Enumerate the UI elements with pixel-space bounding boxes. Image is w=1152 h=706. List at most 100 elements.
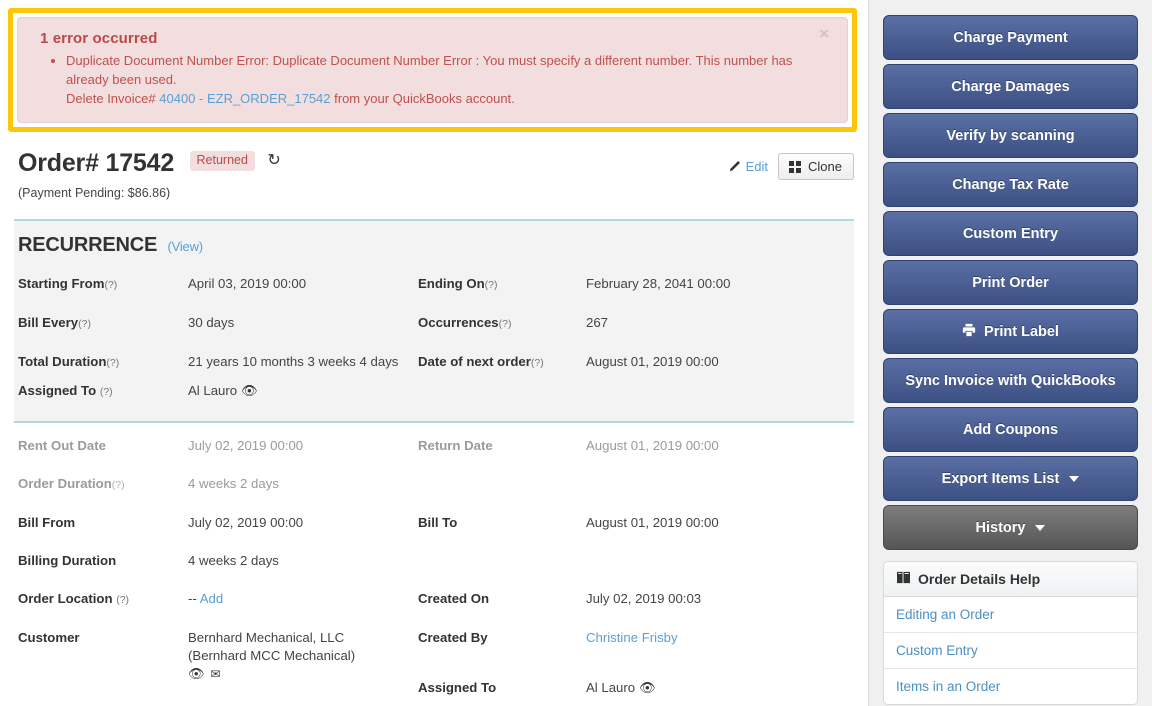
charge-damages-button[interactable]: Charge Damages	[883, 64, 1138, 109]
print-label-button[interactable]: Print Label	[883, 309, 1138, 354]
error-message-text: Duplicate Document Number Error: Duplica…	[66, 53, 793, 87]
field-label-return-date: Return Date	[418, 438, 493, 453]
created-by-link[interactable]: Christine Frisby	[586, 630, 678, 645]
help-hint[interactable]: (?)	[78, 318, 91, 330]
actions-sidebar: Charge Payment Charge Damages Verify by …	[868, 0, 1152, 706]
envelope-icon[interactable]: ✉	[211, 667, 221, 681]
order-details-help-panel: Order Details Help Editing an Order Cust…	[883, 561, 1138, 705]
sync-invoice-quickbooks-button[interactable]: Sync Invoice with QuickBooks	[883, 358, 1138, 403]
field-label-ending-on: Ending On(?)	[418, 265, 586, 304]
delete-invoice-prefix: Delete Invoice#	[66, 91, 156, 106]
help-item-items-in-an-order[interactable]: Items in an Order	[884, 669, 1137, 704]
customer-icons: 👁 ✉	[188, 665, 418, 683]
field-label-created-on: Created On	[418, 591, 490, 606]
field-label-bill-from: Bill From	[18, 515, 76, 530]
button-label: Custom Entry	[962, 225, 1059, 242]
button-label: History	[975, 519, 1026, 536]
spacer-cell	[418, 465, 586, 504]
help-hint[interactable]: (?)	[485, 279, 498, 291]
recurrence-view-link[interactable]: (View)	[167, 239, 203, 254]
add-coupons-button[interactable]: Add Coupons	[883, 407, 1138, 452]
field-value-customer: Bernhard Mechanical, LLC (Bernhard MCC M…	[188, 619, 418, 706]
field-value-bill-every: 30 days	[188, 315, 235, 330]
invoice-link[interactable]: 40400 - EZR_ORDER_17542	[159, 91, 330, 106]
label-text: Date of next order	[418, 354, 531, 369]
history-button[interactable]: History	[883, 505, 1138, 550]
recurrence-heading-row: RECURRENCE (View)	[18, 234, 854, 257]
button-label: Verify by scanning	[946, 127, 1075, 144]
help-hint[interactable]: (?)	[112, 479, 125, 491]
spacer-cell	[586, 465, 850, 504]
label-text: Occurrences	[418, 315, 499, 330]
close-icon[interactable]: ×	[813, 24, 835, 43]
field-label-total-duration: Total Duration(?)	[18, 343, 188, 382]
field-label-date-of-next-order: Date of next order(?)	[418, 343, 586, 382]
field-label-occurrences: Occurrences(?)	[418, 304, 586, 343]
eye-icon[interactable]: 👁	[188, 666, 205, 681]
grid-icon	[789, 160, 802, 173]
change-tax-rate-button[interactable]: Change Tax Rate	[883, 162, 1138, 207]
order-details-page: × 1 error occurred Duplicate Document Nu…	[0, 0, 1152, 706]
help-item-editing-an-order[interactable]: Editing an Order	[884, 597, 1137, 633]
field-value-rent-out-date: July 02, 2019 00:00	[188, 438, 304, 453]
spacer-cell	[418, 542, 586, 580]
help-hint[interactable]: (?)	[106, 357, 119, 369]
status-badge: Returned	[189, 151, 255, 171]
help-panel-header: Order Details Help	[884, 562, 1137, 597]
help-hint[interactable]: (?)	[104, 279, 117, 291]
edit-button-label: Edit	[745, 159, 769, 174]
order-location-prefix: --	[188, 591, 197, 606]
field-label-order-duration: Order Duration(?)	[18, 465, 188, 504]
button-label: Sync Invoice with QuickBooks	[905, 372, 1116, 389]
label-text: Bill Every	[18, 315, 79, 330]
button-label: Charge Payment	[953, 29, 1068, 46]
error-delete-instruction: Delete Invoice# 40400 - EZR_ORDER_17542 …	[66, 89, 833, 108]
help-hint[interactable]: (?)	[116, 594, 129, 606]
field-value-occurrences: 267	[586, 315, 609, 330]
error-alert-highlight: × 1 error occurred Duplicate Document Nu…	[8, 8, 857, 132]
assigned-to-name: Al Lauro	[188, 383, 238, 398]
help-hint[interactable]: (?)	[100, 386, 113, 398]
customer-alias: (Bernhard MCC Mechanical)	[188, 648, 356, 663]
created-by-assigned-to-values: Christine Frisby Al Lauro 👁	[586, 619, 850, 706]
clone-button-label: Clone	[808, 159, 842, 174]
export-items-list-button[interactable]: Export Items List	[883, 456, 1138, 501]
refresh-icon[interactable]: ↻	[267, 150, 280, 170]
eye-icon[interactable]: 👁	[639, 680, 656, 695]
help-item-custom-entry[interactable]: Custom Entry	[884, 633, 1137, 669]
charge-payment-button[interactable]: Charge Payment	[883, 15, 1138, 60]
printer-icon	[962, 323, 976, 341]
print-order-button[interactable]: Print Order	[883, 260, 1138, 305]
verify-by-scanning-button[interactable]: Verify by scanning	[883, 113, 1138, 158]
label-text: Total Duration	[18, 354, 107, 369]
field-value-created-on: July 02, 2019 00:03	[586, 591, 702, 606]
recurrence-fields: Starting From(?) April 03, 2019 00:00 En…	[14, 265, 854, 411]
custom-entry-button[interactable]: Custom Entry	[883, 211, 1138, 256]
error-alert: × 1 error occurred Duplicate Document Nu…	[17, 17, 848, 123]
field-label-order-location: Order Location (?)	[18, 580, 188, 619]
edit-button[interactable]: Edit	[728, 159, 768, 174]
label-text: Order Duration	[18, 476, 112, 491]
button-label: Print Label	[984, 323, 1059, 340]
spacer-cell	[586, 382, 850, 411]
error-alert-item: Duplicate Document Number Error: Duplica…	[66, 51, 833, 108]
field-label-created-by: Created By	[418, 630, 488, 645]
field-label-assigned-to-recurrence: Assigned To (?)	[18, 382, 188, 411]
clone-button[interactable]: Clone	[778, 153, 854, 180]
order-details-fields: Rent Out Date July 02, 2019 00:00 Return…	[14, 423, 854, 706]
customer-name: Bernhard Mechanical, LLC	[188, 630, 345, 645]
payment-pending-text: (Payment Pending: $86.86)	[18, 186, 171, 200]
add-order-location-link[interactable]: Add	[200, 591, 223, 606]
field-value-order-duration: 4 weeks 2 days	[188, 476, 279, 491]
field-value-assigned-to-recurrence: Al Lauro 👁	[188, 382, 418, 411]
label-text: Order Location	[18, 591, 113, 606]
field-label-bill-to: Bill To	[418, 515, 458, 530]
eye-icon[interactable]: 👁	[241, 383, 258, 398]
delete-invoice-suffix: from your QuickBooks account.	[334, 91, 515, 106]
help-hint[interactable]: (?)	[499, 318, 512, 330]
book-icon	[896, 571, 911, 587]
help-hint[interactable]: (?)	[531, 357, 544, 369]
assigned-to-name: Al Lauro	[586, 680, 636, 695]
field-value-ending-on: February 28, 2041 00:00	[586, 276, 731, 291]
field-label-customer: Customer	[18, 630, 80, 645]
